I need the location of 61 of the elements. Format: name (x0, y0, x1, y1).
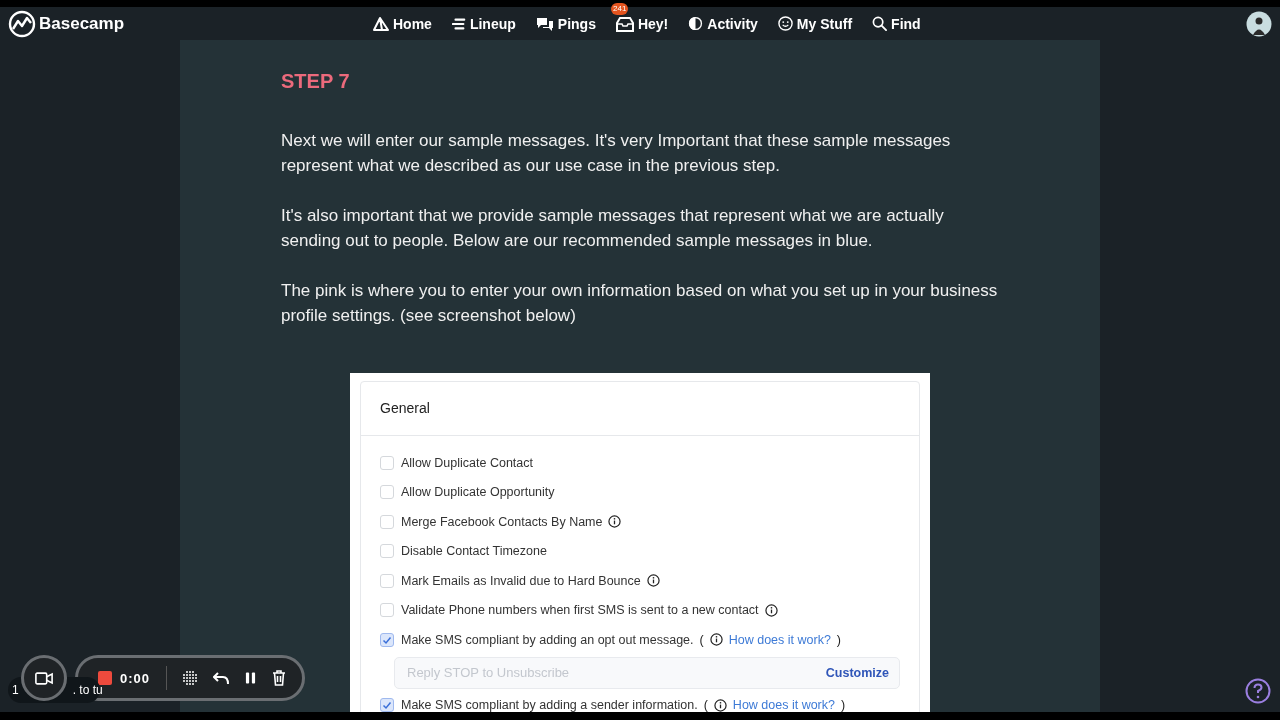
step-heading: STEP 7 (281, 70, 351, 93)
logo-icon (8, 9, 36, 38)
grid-icon[interactable] (183, 671, 198, 685)
customize-link[interactable]: Customize (825, 665, 889, 680)
checkbox[interactable] (380, 573, 394, 588)
checkbox[interactable] (380, 514, 394, 529)
video-camera-icon (35, 671, 53, 685)
info-icon[interactable] (646, 574, 660, 588)
tent-icon (373, 15, 389, 32)
option-label: Allow Duplicate Opportunity (401, 485, 555, 500)
section-title: General (361, 382, 919, 436)
nav-link[interactable]: Home (373, 15, 432, 32)
parenthesis: ( (703, 698, 708, 712)
nav-link[interactable]: Activity (688, 15, 758, 32)
brand-name: Basecamp (39, 13, 125, 34)
checkbox[interactable] (380, 603, 394, 618)
parenthesis: ) (836, 632, 841, 647)
help-link[interactable]: How does it work? (728, 632, 831, 647)
checkmark-icon (382, 700, 392, 711)
option-label: Make SMS compliant by adding a sender information. (401, 698, 698, 712)
chat-icon (535, 15, 554, 32)
checkbox[interactable] (380, 698, 394, 712)
nav-link[interactable]: Lineup (451, 15, 516, 32)
checkmark-icon (382, 634, 392, 645)
nav-link[interactable]: Hey! (615, 15, 669, 32)
undo-icon[interactable] (213, 671, 230, 685)
info-icon[interactable] (713, 698, 727, 712)
info-icon[interactable] (709, 633, 723, 647)
parenthesis: ( (699, 632, 704, 647)
nav-link[interactable]: Find (872, 15, 921, 32)
paragraph: The pink is where you to enter your own information based on what you set up in your business profile settings. (see screenshot below) (281, 280, 999, 327)
nav-link[interactable]: My Stuff (777, 15, 853, 32)
smiley-icon (777, 16, 793, 31)
pie-icon (688, 16, 704, 31)
option-label: Make SMS compliant by adding an opt out message. (401, 632, 694, 647)
paragraph: It's also important that we provide sample messages that represent what we are actually sending out to people. Below are our recommended sample messages in blue. (281, 205, 945, 252)
help-icon[interactable] (1245, 678, 1271, 704)
info-icon[interactable] (608, 515, 622, 529)
tooltip-text: 1 (12, 683, 19, 697)
avatar-icon[interactable] (1246, 10, 1272, 37)
timer: 0:00 (120, 670, 151, 686)
info-icon[interactable] (764, 603, 778, 617)
checkbox[interactable] (380, 544, 394, 559)
pause-icon[interactable] (245, 671, 257, 685)
option-label: Mark Emails as Invalid due to Hard Bounce (401, 573, 641, 588)
option-label: Merge Facebook Contacts By Name (401, 514, 603, 529)
paragraph: Next we will enter our sample messages. It's very Important that these sample messages represent what we described as our use case in the previous step. (281, 130, 952, 177)
checkbox[interactable] (380, 632, 394, 647)
lines-icon (451, 16, 466, 31)
help-link[interactable]: How does it work? (732, 698, 835, 712)
parenthesis: ) (841, 698, 846, 712)
option-label: Validate Phone numbers when first SMS is sent to a new contact (401, 603, 759, 618)
trash-icon[interactable] (272, 670, 287, 686)
nav-link[interactable]: Pings (535, 15, 596, 32)
checkbox[interactable] (380, 455, 394, 470)
tooltip-text: . to tu (72, 683, 103, 697)
option-label: Disable Contact Timezone (401, 544, 547, 559)
checkbox[interactable] (380, 485, 394, 500)
inbox-icon (615, 15, 634, 32)
option-label: Allow Duplicate Contact (401, 455, 533, 470)
search-icon (872, 16, 888, 31)
